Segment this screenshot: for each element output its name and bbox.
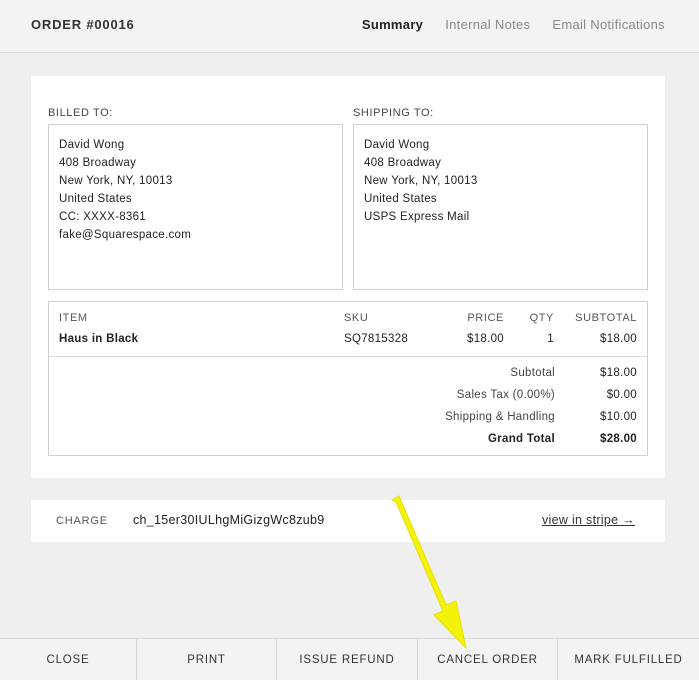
shipping-handling-label: Shipping & Handling	[445, 411, 555, 423]
issue-refund-button[interactable]: ISSUE REFUND	[277, 639, 418, 680]
tab-email-notifications[interactable]: Email Notifications	[552, 17, 665, 32]
close-button[interactable]: CLOSE	[0, 639, 137, 680]
charge-label: CHARGE	[56, 515, 108, 527]
column-header-sku: SKU	[344, 312, 369, 324]
billing-address-box: David Wong 408 Broadway New York, NY, 10…	[48, 124, 343, 290]
order-title: ORDER #00016	[31, 17, 135, 32]
billed-to-label: BILLED TO:	[48, 107, 113, 119]
column-header-subtotal: SUBTOTAL	[575, 312, 637, 324]
table-divider	[49, 356, 647, 357]
billing-country: United States	[59, 193, 132, 205]
item-subtotal: $18.00	[600, 333, 637, 345]
mark-fulfilled-button[interactable]: MARK FULFILLED	[558, 639, 699, 680]
order-tabs: Summary Internal Notes Email Notificatio…	[362, 17, 665, 32]
item-name: Haus in Black	[59, 333, 139, 345]
grand-total-label: Grand Total	[488, 433, 555, 445]
billing-street: 408 Broadway	[59, 157, 137, 169]
column-header-qty: QTY	[529, 312, 554, 324]
column-header-price: PRICE	[467, 312, 504, 324]
shipping-to-label: SHIPPING TO:	[353, 107, 434, 119]
billing-city: New York, NY, 10013	[59, 175, 173, 187]
shipping-name: David Wong	[364, 139, 430, 151]
tab-internal-notes[interactable]: Internal Notes	[445, 17, 530, 32]
shipping-handling-value: $10.00	[600, 411, 637, 423]
print-button[interactable]: PRINT	[137, 639, 277, 680]
item-sku: SQ7815328	[344, 333, 409, 345]
grand-total-value: $28.00	[600, 433, 637, 445]
cancel-order-button[interactable]: CANCEL ORDER	[418, 639, 558, 680]
order-summary-card: BILLED TO: SHIPPING TO: David Wong 408 B…	[31, 76, 665, 478]
items-table: ITEM SKU PRICE QTY SUBTOTAL Haus in Blac…	[48, 301, 648, 456]
billing-name: David Wong	[59, 139, 125, 151]
item-price: $18.00	[467, 333, 504, 345]
charge-card: CHARGE ch_15er30IULhgMiGizgWc8zub9 view …	[31, 500, 665, 542]
shipping-street: 408 Broadway	[364, 157, 442, 169]
shipping-method: USPS Express Mail	[364, 211, 470, 223]
column-header-item: ITEM	[59, 312, 88, 324]
tab-summary[interactable]: Summary	[362, 17, 423, 32]
shipping-city: New York, NY, 10013	[364, 175, 478, 187]
sales-tax-value: $0.00	[606, 389, 637, 401]
billing-email: fake@Squarespace.com	[59, 229, 192, 241]
charge-id: ch_15er30IULhgMiGizgWc8zub9	[133, 513, 325, 527]
billing-card: CC: XXXX-8361	[59, 211, 146, 223]
shipping-country: United States	[364, 193, 437, 205]
item-qty: 1	[547, 333, 554, 345]
sales-tax-label: Sales Tax (0.00%)	[456, 389, 555, 401]
subtotal-label: Subtotal	[510, 367, 555, 379]
action-footer: CLOSE PRINT ISSUE REFUND CANCEL ORDER MA…	[0, 638, 699, 680]
shipping-address-box: David Wong 408 Broadway New York, NY, 10…	[353, 124, 648, 290]
subtotal-value: $18.00	[600, 367, 637, 379]
view-in-stripe-link[interactable]: view in stripe →	[542, 513, 635, 527]
order-header: ORDER #00016 Summary Internal Notes Emai…	[0, 0, 699, 53]
